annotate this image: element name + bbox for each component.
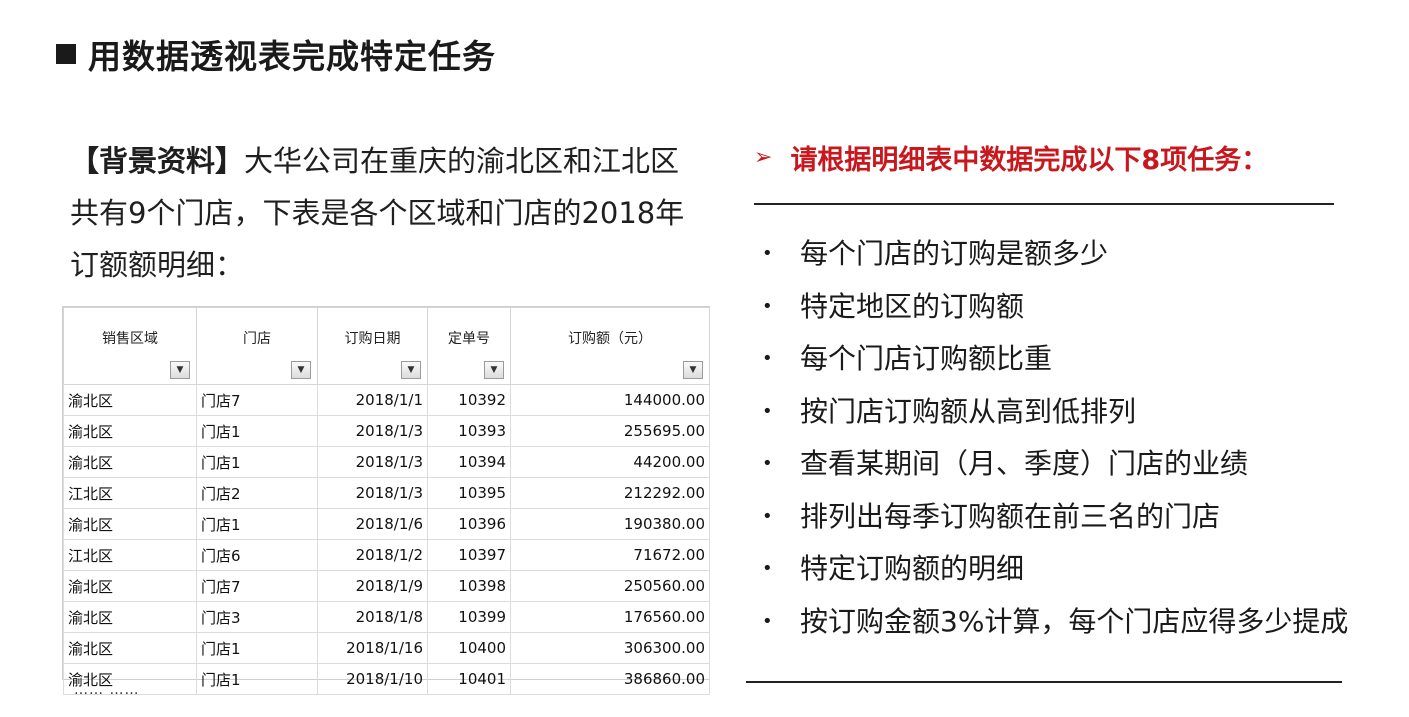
table-row: 渝北区 门店7 2018/1/1 10392 144000.00 <box>63 384 710 416</box>
table-row: 渝北区 门店1 2018/1/10 10401 386860.00 <box>63 663 710 695</box>
filter-dropdown-icon[interactable]: ▼ <box>683 361 703 379</box>
list-item: • 每个门店的订购是额多少 <box>762 228 1348 281</box>
square-bullet-icon <box>56 44 76 64</box>
table-row: 渝北区 门店1 2018/1/3 10393 255695.00 <box>63 415 710 447</box>
list-item: • 排列出每季订购额在前三名的门店 <box>762 491 1348 544</box>
header-store: 门店 ▼ <box>196 307 318 385</box>
bullet-dot-icon: • <box>762 295 773 317</box>
background-label: 【背景资料】 <box>70 144 245 178</box>
background-line-1: 大华公司在重庆的渝北区和江北区 <box>244 144 680 178</box>
bullet-dot-icon: • <box>762 558 773 579</box>
background-line-2: 共有9个门店，下表是各个区域和门店的2018年 <box>70 196 685 230</box>
background-line-3: 订额额明细： <box>70 248 245 282</box>
table-row: 渝北区 门店1 2018/1/16 10400 306300.00 <box>63 632 710 664</box>
bullet-dot-icon: • <box>762 348 773 369</box>
divider-top <box>754 203 1334 205</box>
table-header-row: 销售区域 ▼ 门店 ▼ 订购日期 ▼ 定单号 ▼ 订购额（元） ▼ <box>63 307 710 385</box>
tasks-heading: ➢ 请根据明细表中数据完成以下8项任务： <box>754 138 1268 177</box>
filter-dropdown-icon[interactable]: ▼ <box>484 361 504 379</box>
table-row: 渝北区 门店7 2018/1/9 10398 250560.00 <box>63 570 710 602</box>
table-row: 江北区 门店6 2018/1/2 10397 71672.00 <box>63 539 710 571</box>
bullet-dot-icon: • <box>762 505 773 527</box>
table-row: 江北区 门店2 2018/1/3 10395 212292.00 <box>63 477 710 509</box>
table-row: 渝北区 门店1 2018/1/3 10394 44200.00 <box>63 446 710 478</box>
task-list: • 每个门店的订购是额多少 • 特定地区的订购额 • 每个门店订购额比重 • 按门店订购… <box>762 228 1348 648</box>
divider-bottom <box>746 681 1342 683</box>
header-order-number: 定单号 ▼ <box>427 307 511 385</box>
page-title: 用数据透视表完成特定任务 <box>56 30 496 78</box>
order-detail-table: 销售区域 ▼ 门店 ▼ 订购日期 ▼ 定单号 ▼ 订购额（元） ▼ 渝北区 门店7 2018/… <box>62 306 710 695</box>
header-order-date: 订购日期 ▼ <box>317 307 428 385</box>
bullet-dot-icon: • <box>762 453 773 474</box>
table-row: 渝北区 门店3 2018/1/8 10399 176560.00 <box>63 601 710 633</box>
bullet-dot-icon: • <box>762 610 773 632</box>
bullet-dot-icon: • <box>762 243 773 264</box>
list-item: • 特定订购额的明细 <box>762 543 1348 596</box>
tasks-heading-text: 请根据明细表中数据完成以下8项任务： <box>790 145 1269 176</box>
table-continuation-ellipsis: …… …… <box>74 682 140 698</box>
list-item: • 按门店订购额从高到低排列 <box>762 386 1348 439</box>
header-order-amount: 订购额（元） ▼ <box>510 307 710 385</box>
arrow-bullet-icon: ➢ <box>754 145 773 170</box>
list-item: • 按订购金额3%计算，每个门店应得多少提成 <box>762 596 1348 649</box>
list-item: • 每个门店订购额比重 <box>762 333 1348 386</box>
header-sales-region: 销售区域 ▼ <box>63 307 197 385</box>
bullet-dot-icon: • <box>762 400 773 422</box>
list-item: • 特定地区的订购额 <box>762 281 1348 334</box>
background-paragraph: 【背景资料】大华公司在重庆的渝北区和江北区 共有9个门店，下表是各个区域和门店的… <box>70 135 710 291</box>
page-title-text: 用数据透视表完成特定任务 <box>88 37 496 76</box>
table-row: 渝北区 门店1 2018/1/6 10396 190380.00 <box>63 508 710 540</box>
list-item: • 查看某期间（月、季度）门店的业绩 <box>762 438 1348 491</box>
filter-dropdown-icon[interactable]: ▼ <box>170 361 190 379</box>
filter-dropdown-icon[interactable]: ▼ <box>291 361 311 379</box>
filter-dropdown-icon[interactable]: ▼ <box>401 361 421 379</box>
